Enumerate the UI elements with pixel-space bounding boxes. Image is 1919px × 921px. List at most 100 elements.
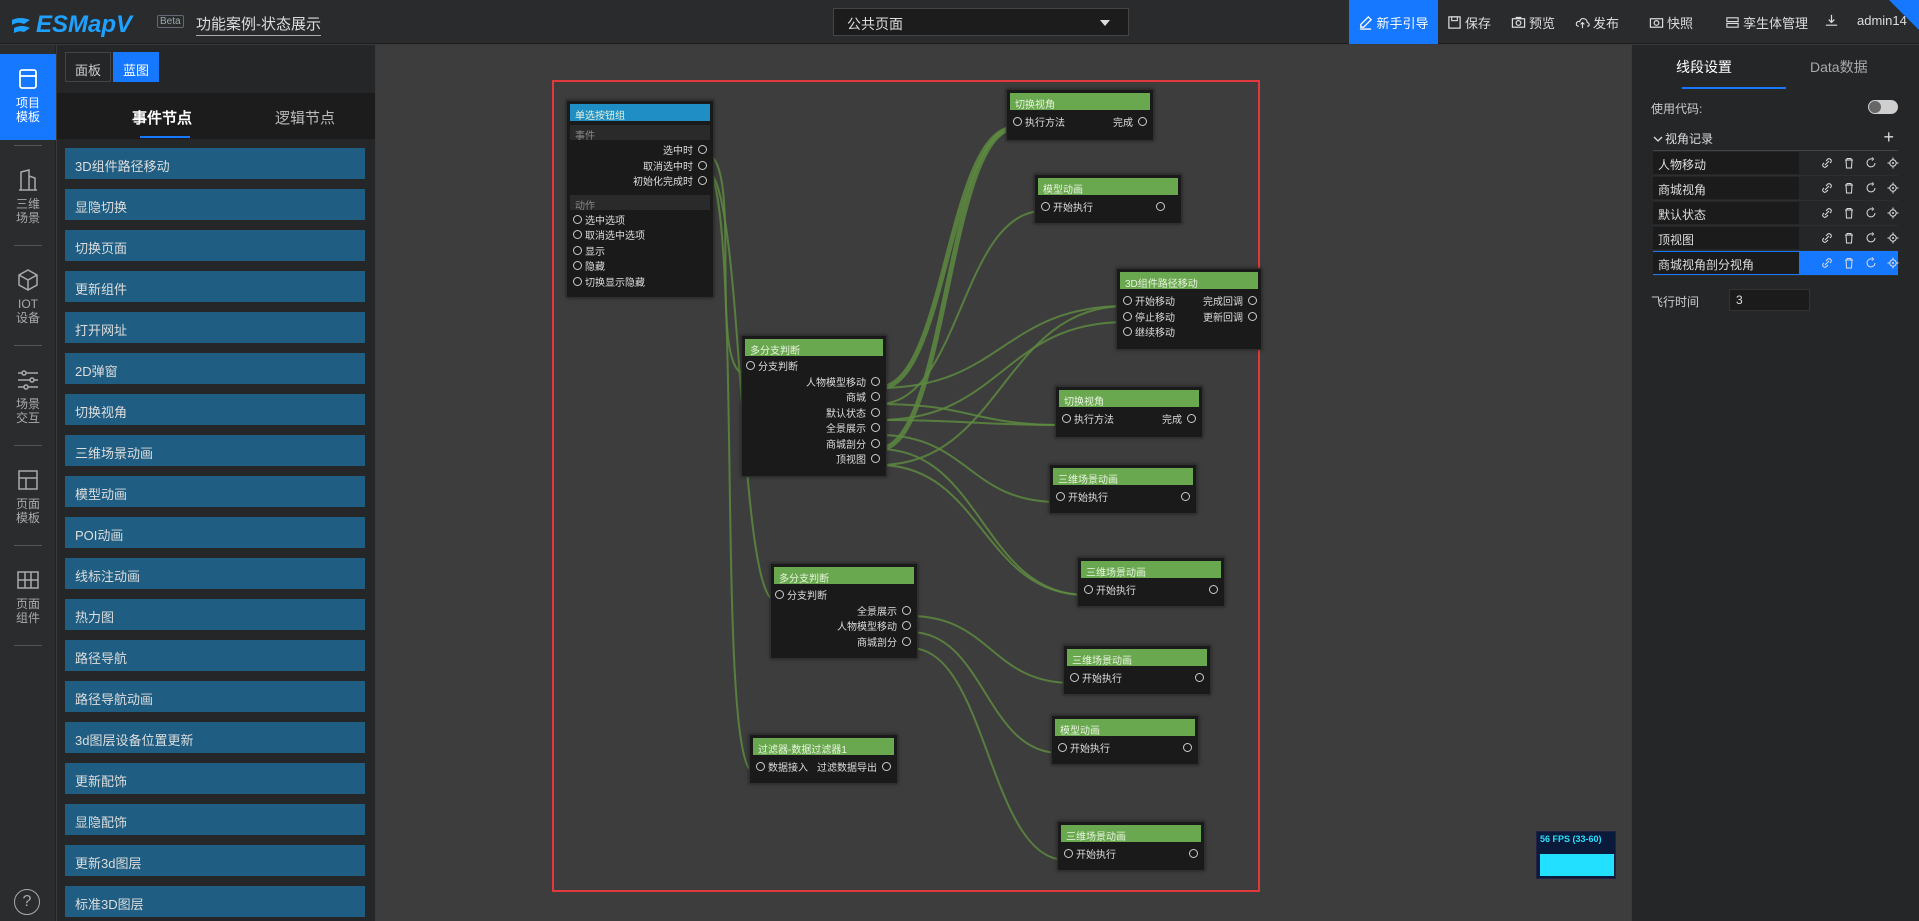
input-pin[interactable] [1123, 327, 1132, 336]
node-scene-animation-3[interactable]: 三维场景动画 开始执行 [1063, 645, 1211, 695]
output-pin[interactable] [1209, 585, 1218, 594]
guide-button[interactable]: 新手引导 [1349, 0, 1438, 44]
locate-icon[interactable] [1887, 207, 1899, 219]
output-pin[interactable] [902, 621, 911, 630]
output-pin[interactable] [698, 176, 707, 185]
tab-segment-settings[interactable]: 线段设置 [1676, 57, 1732, 77]
nav-page-template[interactable]: 页面 模板 [0, 455, 56, 541]
locate-icon[interactable] [1887, 182, 1899, 194]
delete-icon[interactable] [1843, 232, 1855, 244]
link-icon[interactable] [1821, 157, 1833, 169]
view-record-name[interactable]: 商城视角 [1653, 177, 1799, 199]
input-pin[interactable] [1084, 585, 1093, 594]
node-3d-path-move[interactable]: 3D组件路径移动 开始移动 完成回调 停止移动 更新回调 继续移动 [1116, 268, 1262, 350]
event-node-item[interactable]: 更新3d图层 [65, 845, 365, 876]
nav-project-template[interactable]: 项目 模板 [0, 54, 56, 140]
event-node-item[interactable]: 3d图层设备位置更新 [65, 722, 365, 753]
node-model-animation-1[interactable]: 模型动画 开始执行 [1034, 174, 1182, 224]
input-pin[interactable] [573, 261, 582, 270]
event-node-item[interactable]: 显隐切换 [65, 189, 365, 220]
output-pin[interactable] [871, 423, 880, 432]
output-pin[interactable] [1183, 743, 1192, 752]
event-node-item[interactable]: 2D弹窗 [65, 353, 365, 384]
view-record-row[interactable]: 商城视角 [1653, 176, 1899, 201]
project-title[interactable]: 功能案例-状态展示 [196, 13, 321, 36]
refresh-icon[interactable] [1865, 157, 1877, 169]
fly-time-input[interactable]: 3 [1729, 289, 1810, 311]
output-pin[interactable] [1248, 311, 1257, 321]
tab-data[interactable]: Data数据 [1810, 57, 1868, 77]
locate-icon[interactable] [1887, 257, 1899, 269]
input-pin[interactable] [746, 361, 755, 370]
event-node-item[interactable]: 线标注动画 [65, 558, 365, 589]
preview-button[interactable]: 预览 [1511, 13, 1555, 32]
output-pin[interactable] [871, 454, 880, 463]
event-node-item[interactable]: 路径导航 [65, 640, 365, 671]
event-node-item[interactable]: 路径导航动画 [65, 681, 365, 712]
event-node-item[interactable]: POI动画 [65, 517, 365, 548]
help-icon[interactable]: ? [14, 889, 40, 915]
node-switch-view-2[interactable]: 切换视角 执行方法 完成 [1055, 386, 1203, 438]
view-record-name[interactable]: 默认状态 [1653, 202, 1799, 224]
input-pin[interactable] [1041, 202, 1050, 211]
download-button[interactable] [1824, 13, 1839, 28]
link-icon[interactable] [1821, 232, 1833, 244]
nav-scene-interaction[interactable]: 场景 交互 [0, 355, 56, 441]
add-icon[interactable]: + [1883, 127, 1894, 148]
output-pin[interactable] [1248, 296, 1257, 305]
output-pin[interactable] [698, 160, 707, 170]
refresh-icon[interactable] [1865, 257, 1877, 269]
save-button[interactable]: 保存 [1447, 13, 1491, 32]
node-multi-branch-2[interactable]: 多分支判断 分支判断 全景展示 人物模型移动 商城剖分 [770, 563, 918, 659]
output-pin[interactable] [1189, 849, 1198, 858]
use-code-toggle[interactable] [1868, 100, 1898, 114]
node-model-animation-2[interactable]: 模型动画 开始执行 [1051, 715, 1199, 765]
input-pin[interactable] [756, 762, 765, 771]
node-data-filter[interactable]: 过滤器-数据过滤器1 数据接入 过滤数据导出 [749, 734, 898, 784]
node-radio-group[interactable]: 单选按钮组 事件 选中时 取消选中时 初始化完成时 动作 选中选项 取消选中选项… [566, 100, 714, 298]
publish-button[interactable]: 发布 [1575, 13, 1619, 32]
event-node-item[interactable]: 更新配饰 [65, 763, 365, 794]
event-node-item[interactable]: 更新组件 [65, 271, 365, 302]
event-node-item[interactable]: 打开网址 [65, 312, 365, 343]
input-pin[interactable] [1062, 414, 1071, 423]
event-node-item[interactable]: 热力图 [65, 599, 365, 630]
output-pin[interactable] [902, 605, 911, 615]
input-pin[interactable] [1070, 673, 1079, 682]
node-scene-animation-2[interactable]: 三维场景动画 开始执行 [1077, 557, 1225, 607]
twin-manage-button[interactable]: 孪生体管理 [1725, 13, 1808, 32]
output-pin[interactable] [1156, 202, 1165, 211]
link-icon[interactable] [1821, 257, 1833, 269]
snapshot-button[interactable]: 快照 [1649, 13, 1693, 32]
event-node-item[interactable]: 切换页面 [65, 230, 365, 261]
node-scene-animation-4[interactable]: 三维场景动画 开始执行 [1057, 821, 1205, 871]
output-pin[interactable] [698, 145, 707, 154]
input-pin[interactable] [1056, 492, 1065, 501]
input-pin[interactable] [1064, 849, 1073, 858]
view-record-row[interactable]: 商城视角剖分视角 [1653, 251, 1899, 276]
output-pin[interactable] [871, 392, 880, 401]
input-pin[interactable] [1058, 743, 1067, 752]
input-pin[interactable] [775, 590, 784, 599]
view-record-name[interactable]: 顶视图 [1653, 227, 1799, 249]
delete-icon[interactable] [1843, 207, 1855, 219]
input-pin[interactable] [1013, 117, 1022, 126]
output-pin[interactable] [1138, 117, 1147, 126]
input-pin[interactable] [573, 245, 582, 255]
event-node-item[interactable]: 三维场景动画 [65, 435, 365, 466]
delete-icon[interactable] [1843, 257, 1855, 269]
output-pin[interactable] [871, 376, 880, 386]
input-pin[interactable] [573, 276, 582, 286]
locate-icon[interactable] [1887, 157, 1899, 169]
tab-board[interactable]: 面板 [65, 52, 112, 82]
event-node-item[interactable]: 标准3D图层 [65, 886, 365, 917]
link-icon[interactable] [1821, 182, 1833, 194]
tab-event-nodes[interactable]: 事件节点 [132, 107, 192, 128]
output-pin[interactable] [1181, 492, 1190, 501]
tab-logic-nodes[interactable]: 逻辑节点 [275, 107, 335, 128]
node-switch-view-1[interactable]: 切换视角 执行方法 完成 [1006, 89, 1154, 141]
input-pin[interactable] [1123, 296, 1132, 305]
output-pin[interactable] [1187, 414, 1196, 423]
input-pin[interactable] [573, 230, 582, 239]
event-node-item[interactable]: 3D组件路径移动 [65, 148, 365, 179]
